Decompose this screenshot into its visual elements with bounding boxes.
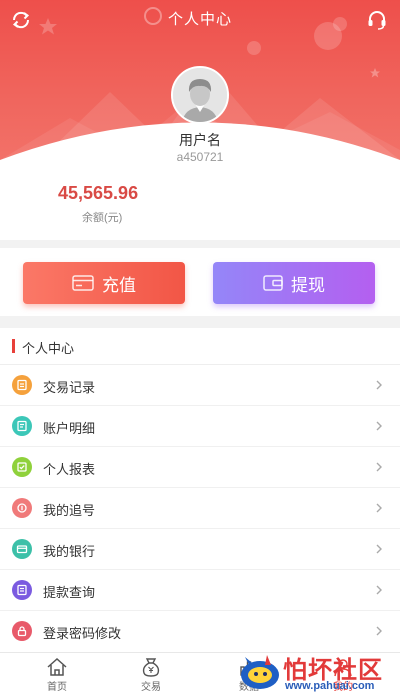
- chase-number-icon: [12, 498, 32, 518]
- menu-item-trade-record[interactable]: 交易记录: [0, 365, 400, 406]
- top-bar: 个人中心: [0, 0, 400, 38]
- withdraw-query-icon: [12, 580, 32, 600]
- withdraw-label: 提现: [291, 275, 325, 295]
- section-header: 个人中心: [0, 328, 400, 365]
- watermark-logo-icon: [241, 655, 279, 689]
- user-id: a450721: [176, 150, 224, 164]
- bank-card-icon: [12, 539, 32, 559]
- menu-item-label: 提款查询: [43, 585, 96, 600]
- chevron-right-icon: [376, 544, 382, 554]
- menu-item-withdraw-query[interactable]: 提款查询: [0, 570, 400, 611]
- card-icon: [72, 275, 94, 291]
- tab-trade[interactable]: 交易: [121, 655, 181, 695]
- money-bag-icon: [142, 658, 160, 677]
- home-icon: [47, 657, 67, 676]
- tab-label: 交易: [141, 682, 161, 693]
- tab-home[interactable]: 首页: [27, 655, 87, 695]
- menu-item-label: 个人报表: [43, 462, 96, 477]
- menu-item-label: 我的银行: [43, 544, 96, 559]
- menu-item-label: 我的追号: [43, 503, 96, 518]
- menu-item-label: 登录密码修改: [43, 626, 122, 641]
- menu-item-chase-number[interactable]: 我的追号: [0, 488, 400, 529]
- menu-item-change-password[interactable]: 登录密码修改: [0, 611, 400, 652]
- username: 用户名: [179, 132, 221, 148]
- withdraw-button[interactable]: 提现: [213, 262, 375, 304]
- watermark-url: www.pahuai.com: [285, 680, 375, 692]
- watermark: 怕坏社区 www.pahuai.com: [237, 648, 400, 696]
- menu-item-label: 交易记录: [43, 380, 96, 395]
- menu-item-report[interactable]: 个人报表: [0, 447, 400, 488]
- action-buttons: 充值 提现: [0, 248, 400, 316]
- section-accent-bar: [12, 339, 15, 353]
- profile-header: 个人中心 用户名 a450721 45,565.96 余额(元): [0, 0, 400, 240]
- chevron-right-icon: [376, 585, 382, 595]
- menu-item-label: 账户明细: [43, 421, 96, 436]
- lock-icon: [12, 621, 32, 641]
- chevron-right-icon: [376, 380, 382, 390]
- chevron-right-icon: [376, 626, 382, 636]
- section-title: 个人中心: [22, 341, 75, 356]
- account-detail-icon: [12, 416, 32, 436]
- recharge-button[interactable]: 充值: [23, 262, 185, 304]
- customer-service-icon[interactable]: [364, 7, 390, 33]
- page-title: 个人中心: [167, 11, 232, 28]
- menu-item-bank[interactable]: 我的银行: [0, 529, 400, 570]
- default-avatar-icon: [173, 68, 227, 122]
- personal-center-menu: 个人中心 交易记录 账户明细 个人报表 我的追号 我的银行 提款查询 登录密码修…: [0, 328, 400, 658]
- chevron-right-icon: [376, 462, 382, 472]
- wallet-icon: [263, 275, 283, 291]
- avatar[interactable]: [171, 66, 229, 124]
- chevron-right-icon: [376, 503, 382, 513]
- tab-label: 首页: [47, 682, 67, 693]
- balance-amount: 45,565.96: [58, 183, 139, 203]
- trade-record-icon: [12, 375, 32, 395]
- chevron-right-icon: [376, 421, 382, 431]
- recharge-label: 充值: [102, 275, 136, 295]
- report-icon: [12, 457, 32, 477]
- balance-label: 余额(元): [82, 212, 123, 224]
- menu-item-account-detail[interactable]: 账户明细: [0, 406, 400, 447]
